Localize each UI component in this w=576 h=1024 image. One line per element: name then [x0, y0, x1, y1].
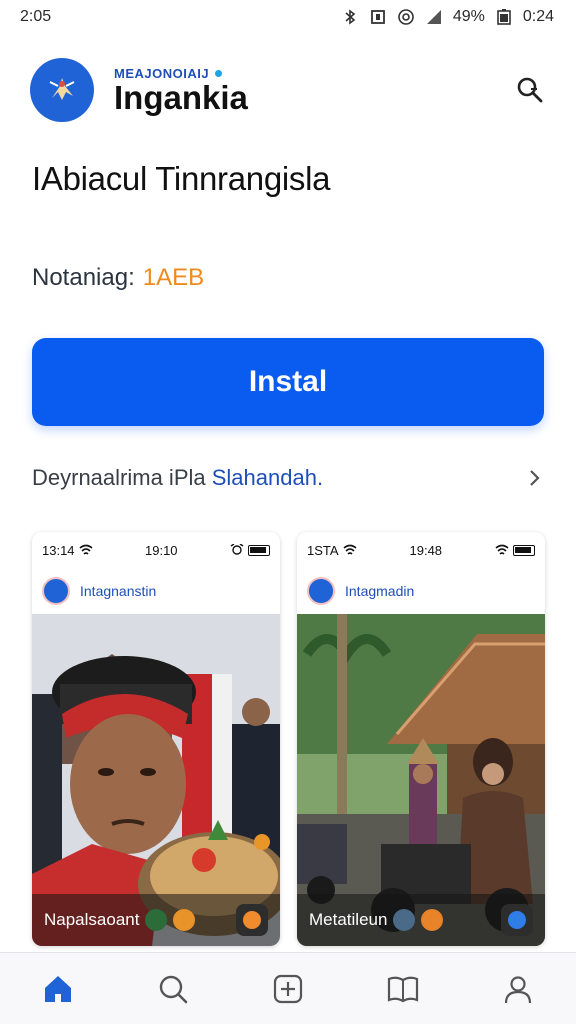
- info-text: Deyrnaalrima iPla Slahandah.: [32, 465, 323, 491]
- home-icon: [44, 975, 71, 1002]
- nav-profile[interactable]: [490, 961, 546, 1017]
- nav-library[interactable]: [375, 961, 431, 1017]
- bluetooth-icon: [341, 8, 359, 26]
- brand-dot: [215, 69, 223, 77]
- nav-add[interactable]: [260, 961, 316, 1017]
- notification-icon[interactable]: [501, 904, 533, 936]
- screenshot-caption-bar: Napalsaoant: [32, 894, 280, 946]
- status-time-left: 2:05: [20, 8, 52, 25]
- battery-icon: [248, 544, 270, 556]
- screenshot-status-right: [230, 544, 270, 556]
- screenshot-time-center: 19:48: [409, 542, 443, 558]
- fruit-icon: [421, 909, 444, 931]
- search-button[interactable]: [510, 70, 550, 110]
- screenshot-status-left: 1STA: [307, 543, 357, 558]
- screenshot-card-2[interactable]: 1STA 19:48 Intagmadin Metatileun: [297, 532, 545, 946]
- wifi-icon: [495, 544, 509, 555]
- app-title: IAbiacul Tinnrangisla: [32, 160, 331, 197]
- screenshot-card-1[interactable]: 13:14 19:10 Intagnanstin Napalsaoant: [32, 532, 280, 946]
- info-link[interactable]: Slahandah.: [212, 465, 323, 490]
- fruit-icon: [173, 909, 196, 931]
- app-header: MEAJONOIAIJ Ingankia: [30, 56, 550, 124]
- screenshot-app-header: Intagmadin: [297, 568, 545, 614]
- nav-search[interactable]: [145, 961, 201, 1017]
- app-logo: [30, 58, 94, 122]
- screenshot-time-left: 13:14: [42, 542, 75, 558]
- wifi-icon: [343, 544, 357, 555]
- screenshot-caption-bar: Metatileun: [297, 894, 545, 946]
- screenshot-app-header: Intagnanstin: [32, 568, 280, 614]
- screenshot-time-center: 19:10: [145, 542, 178, 558]
- brand-name: Ingankia: [114, 78, 248, 116]
- add-icon: [273, 974, 303, 1003]
- meta-value: 1AEB: [142, 264, 205, 291]
- screenshot-status-left: 13:14: [42, 543, 93, 558]
- battery-percent: 49%: [452, 8, 485, 25]
- search-icon: [159, 975, 188, 1003]
- profile-icon: [505, 975, 532, 1003]
- meta-row: Notaniag: 1AEB: [32, 264, 204, 292]
- install-button[interactable]: Instal: [32, 338, 544, 426]
- leaf-icon: [393, 909, 416, 931]
- nav-home[interactable]: [30, 961, 86, 1017]
- screenshot-app-name: Intagmadin: [345, 583, 415, 599]
- bottom-nav: [0, 952, 576, 1024]
- screenshot-caption: Napalsaoant: [44, 910, 140, 929]
- chevron-right-icon: [530, 470, 540, 486]
- info-prefix: Deyrnaalrima iPla: [32, 465, 206, 490]
- status-time-right: 0:24: [522, 8, 554, 25]
- leaf-icon: [145, 909, 168, 931]
- wifi-icon: [397, 8, 415, 26]
- screenshot-caption: Metatileun: [309, 910, 388, 929]
- brand: MEAJONOIAIJ Ingankia: [114, 66, 248, 115]
- screenshot-app-name: Intagnanstin: [80, 583, 157, 599]
- search-icon: [517, 77, 543, 103]
- signal-icon: [425, 8, 443, 26]
- screenshot-photo-1: Napalsaoant: [32, 614, 280, 946]
- vibrate-icon: [369, 8, 387, 26]
- screenshot-status-right: [495, 544, 535, 556]
- mini-logo-icon: [307, 577, 335, 605]
- mini-logo-icon: [42, 577, 70, 605]
- screenshot-status-bar: 13:14 19:10: [32, 532, 280, 568]
- notification-icon[interactable]: [236, 904, 268, 936]
- meta-label: Notaniag:: [32, 264, 135, 291]
- status-icons: 49% 0:24: [341, 8, 554, 26]
- info-row[interactable]: Deyrnaalrima iPla Slahandah.: [32, 456, 544, 500]
- screenshot-photo-2: Metatileun: [297, 614, 545, 946]
- status-bar: 2:05 49% 0:24: [0, 0, 576, 34]
- battery-icon: [512, 544, 535, 556]
- screenshot-time-left: 1STA: [307, 542, 339, 558]
- screenshot-status-bar: 1STA 19:48: [297, 532, 545, 568]
- wifi-icon: [79, 544, 93, 555]
- alarm-icon: [230, 544, 244, 555]
- library-icon: [388, 976, 419, 1002]
- battery-icon: [495, 8, 513, 26]
